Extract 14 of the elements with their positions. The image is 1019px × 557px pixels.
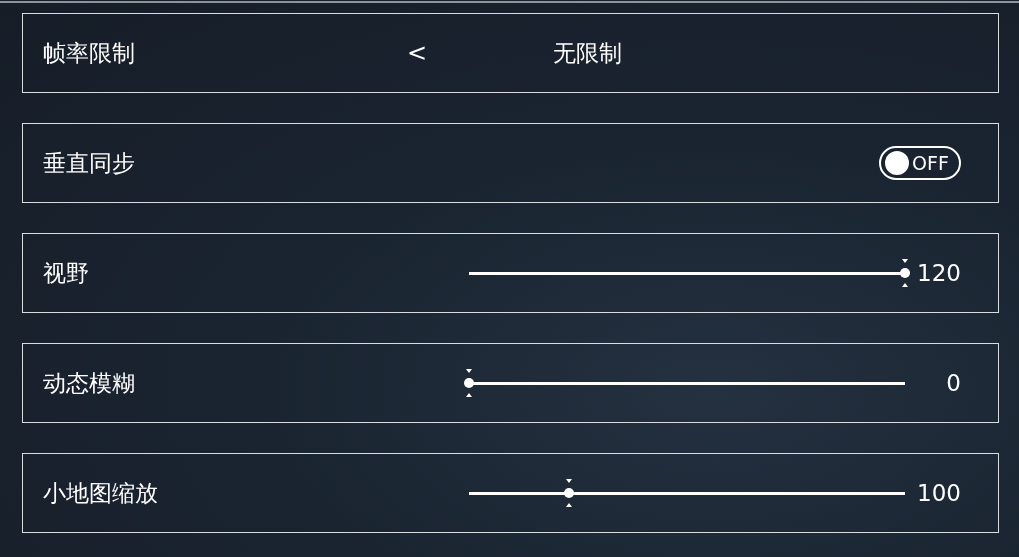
setting-label: 帧率限制 [43,38,136,68]
setting-label: 小地图缩放 [43,478,159,508]
slider-value: 120 [916,260,961,286]
slider-value: 0 [945,370,961,396]
slider-thumb[interactable] [564,478,575,507]
slider-thumb[interactable] [900,258,910,287]
slider-thumb[interactable] [464,368,474,397]
previous-option-button[interactable]: < [401,39,434,67]
slider-value: 100 [916,480,961,506]
option-value: 无限制 [553,38,623,68]
toggle-switch[interactable]: OFF [879,146,961,180]
setting-label: 垂直同步 [43,148,136,178]
setting-label: 视野 [43,258,90,288]
setting-label: 动态模糊 [43,368,136,398]
